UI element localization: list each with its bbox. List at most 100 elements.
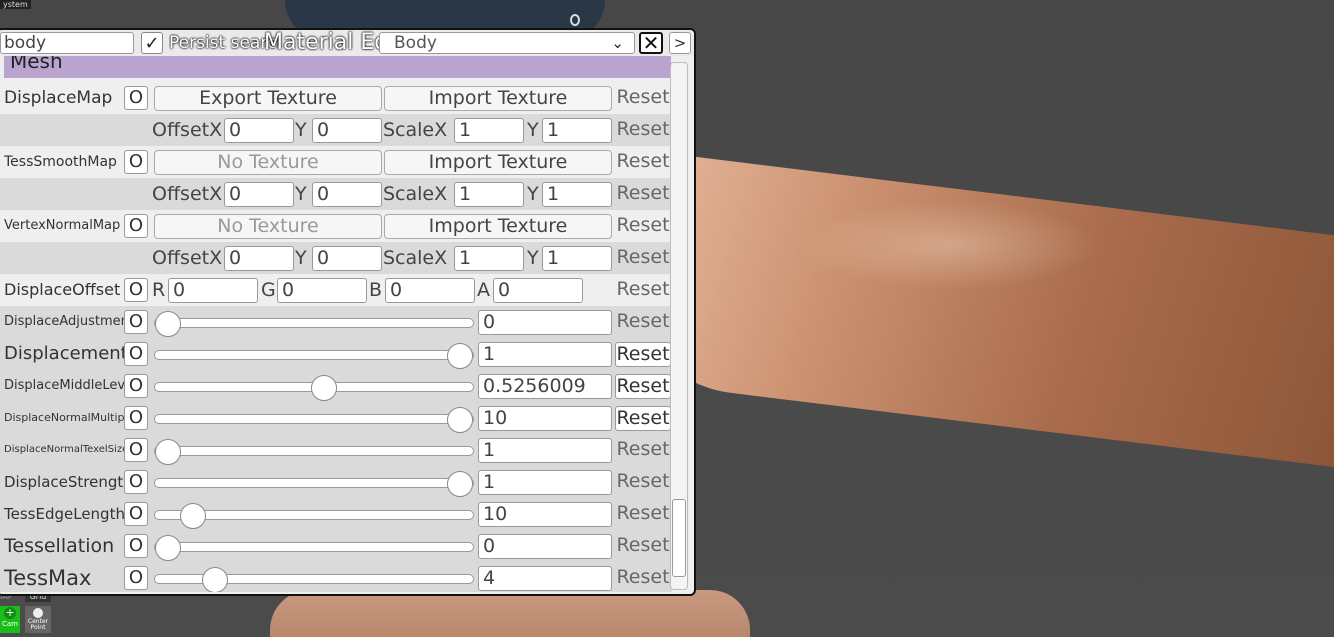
reset-button[interactable]: Reset (615, 534, 671, 559)
property-label: DisplaceStrength (4, 473, 133, 491)
reset-button[interactable]: Reset (615, 438, 671, 463)
search-input[interactable]: body (0, 32, 134, 54)
scrollbar-thumb[interactable] (672, 499, 686, 577)
original-button[interactable]: O (124, 278, 148, 302)
value-input[interactable]: 10 (478, 502, 612, 527)
property-label: DisplaceMiddleLevel (4, 378, 137, 393)
export-texture-button[interactable]: Export Texture (154, 86, 382, 111)
slider-thumb[interactable] (154, 439, 181, 465)
reset-button[interactable]: Reset (615, 342, 671, 367)
scale-x-label: ScaleX (383, 119, 448, 141)
cam-button[interactable]: Cam (0, 606, 20, 633)
reset-button[interactable]: Reset (615, 278, 671, 303)
slider-thumb[interactable] (180, 503, 207, 529)
offset-x-input[interactable]: 0 (224, 118, 294, 143)
scale-x-input[interactable]: 1 (454, 118, 524, 143)
import-texture-button[interactable]: Import Texture (384, 86, 612, 111)
offset-y-label: Y (295, 247, 307, 269)
system-menu-label[interactable]: ystem (0, 0, 31, 9)
value-slider[interactable] (154, 311, 474, 337)
scale-y-input[interactable]: 1 (542, 182, 612, 207)
value-input[interactable]: 1 (478, 470, 612, 495)
import-texture-button[interactable]: Import Texture (384, 214, 612, 239)
target-select[interactable]: Body ⌄ (379, 32, 635, 54)
original-button[interactable]: O (124, 566, 148, 590)
slider-row: DisplaceNormalMultiplier O 10 Reset (0, 402, 672, 434)
original-button[interactable]: O (124, 310, 148, 334)
value-input[interactable]: 10 (478, 406, 612, 431)
slider-thumb[interactable] (202, 567, 229, 592)
reset-button[interactable]: Reset (615, 470, 671, 495)
value-slider[interactable] (154, 439, 474, 465)
a-input[interactable]: 0 (493, 278, 583, 303)
chevron-down-icon: ⌄ (611, 34, 624, 52)
value-slider[interactable] (154, 471, 474, 497)
scale-y-input[interactable]: 1 (542, 246, 612, 271)
offset-x-input[interactable]: 0 (224, 246, 294, 271)
original-button[interactable]: O (124, 86, 148, 110)
reset-button[interactable]: Reset (615, 246, 671, 271)
offset-y-label: Y (295, 183, 307, 205)
value-slider[interactable] (154, 343, 474, 369)
value-slider[interactable] (154, 407, 474, 433)
character-chest (270, 590, 750, 637)
value-input[interactable]: 0 (478, 534, 612, 559)
value-slider[interactable] (154, 503, 474, 529)
close-button[interactable]: ✕ (639, 32, 663, 54)
original-button[interactable]: O (124, 374, 148, 398)
original-button[interactable]: O (124, 438, 148, 462)
value-slider[interactable] (154, 567, 474, 592)
property-label: DisplaceNormalMultiplier (4, 411, 142, 424)
original-button[interactable]: O (124, 342, 148, 366)
scale-y-input[interactable]: 1 (542, 118, 612, 143)
slider-thumb[interactable] (447, 343, 474, 369)
value-input[interactable]: 1 (478, 342, 612, 367)
reset-button[interactable]: Reset (615, 502, 671, 527)
b-input[interactable]: 0 (385, 278, 475, 303)
original-button[interactable]: O (124, 150, 148, 174)
value-input[interactable]: 0 (478, 310, 612, 335)
section-header-mesh[interactable]: Mesh (4, 56, 671, 78)
center-point-button[interactable]: Center Point (25, 606, 51, 633)
expand-button[interactable]: > (669, 32, 691, 54)
original-button[interactable]: O (124, 406, 148, 430)
g-input[interactable]: 0 (277, 278, 367, 303)
scale-x-input[interactable]: 1 (454, 246, 524, 271)
reset-button[interactable]: Reset (615, 566, 671, 591)
persist-search-checkbox[interactable]: ✓ (141, 32, 163, 54)
reset-button[interactable]: Reset (615, 406, 671, 431)
slider-thumb[interactable] (447, 471, 474, 497)
offset-y-input[interactable]: 0 (312, 118, 382, 143)
slider-thumb[interactable] (154, 535, 181, 561)
property-label: TessMax (4, 566, 92, 590)
offset-y-input[interactable]: 0 (312, 182, 382, 207)
original-button[interactable]: O (124, 214, 148, 238)
import-texture-button[interactable]: Import Texture (384, 150, 612, 175)
offset-x-input[interactable]: 0 (224, 182, 294, 207)
reset-button[interactable]: Reset (615, 86, 671, 111)
slider-thumb[interactable] (310, 375, 337, 401)
value-slider[interactable] (154, 375, 474, 401)
original-button[interactable]: O (124, 470, 148, 494)
value-input[interactable]: 1 (478, 438, 612, 463)
reset-button[interactable]: Reset (615, 182, 671, 207)
window-titlebar[interactable]: body ✓ Persist search Material Editor Bo… (0, 30, 694, 56)
value-input[interactable]: 4 (478, 566, 612, 591)
property-label: TessSmoothMap (4, 154, 117, 170)
r-input[interactable]: 0 (168, 278, 258, 303)
reset-button[interactable]: Reset (615, 374, 671, 399)
reset-button[interactable]: Reset (615, 150, 671, 175)
value-input[interactable]: 0.5256009 (478, 374, 612, 399)
offset-y-input[interactable]: 0 (312, 246, 382, 271)
reset-button[interactable]: Reset (615, 310, 671, 335)
value-slider[interactable] (154, 535, 474, 561)
reset-button[interactable]: Reset (615, 118, 671, 143)
vertical-scrollbar[interactable] (670, 62, 688, 590)
original-button[interactable]: O (124, 502, 148, 526)
reset-button[interactable]: Reset (615, 214, 671, 239)
original-button[interactable]: O (124, 534, 148, 558)
slider-thumb[interactable] (447, 407, 474, 433)
scale-x-input[interactable]: 1 (454, 182, 524, 207)
slider-thumb[interactable] (154, 311, 181, 337)
properties-panel: Mesh DisplaceMap O Export Texture Import… (0, 56, 672, 592)
